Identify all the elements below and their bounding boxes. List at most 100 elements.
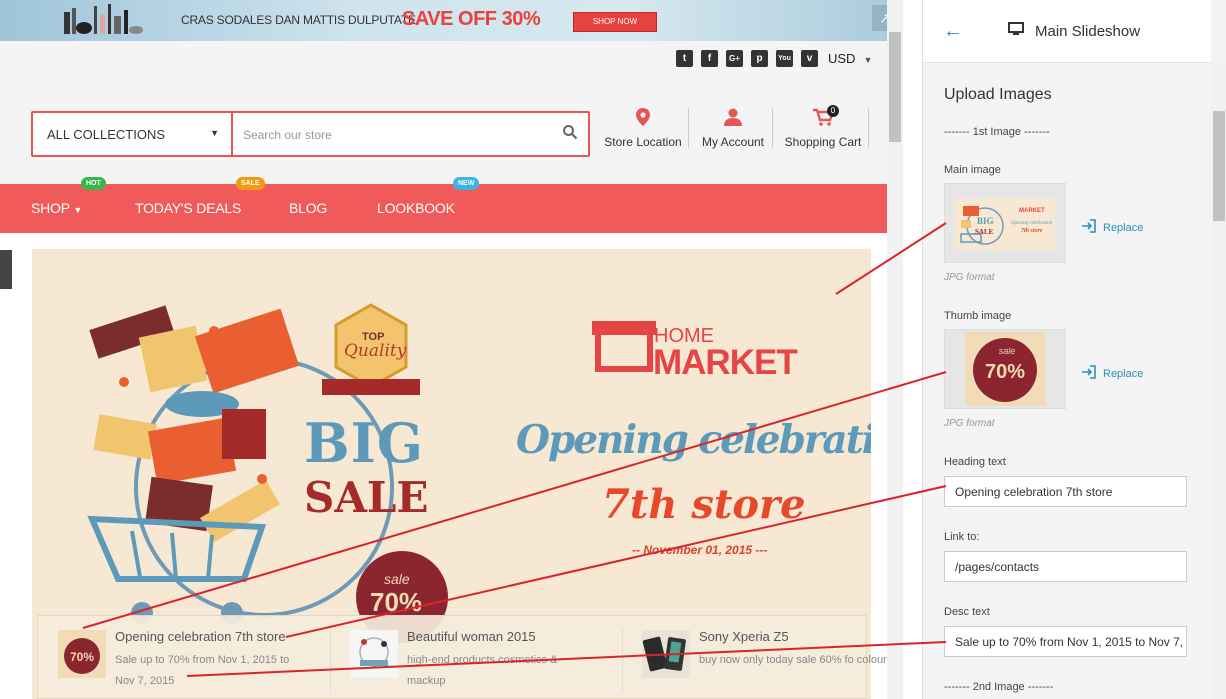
svg-text:SALE: SALE	[975, 228, 994, 236]
link-to-label: Link to:	[944, 531, 980, 543]
replace-icon	[1082, 365, 1096, 379]
svg-text:BIG: BIG	[977, 216, 994, 226]
scrollbar-thumb[interactable]	[889, 32, 901, 142]
divider	[772, 108, 773, 148]
svg-text:7th store: 7th store	[1021, 228, 1043, 234]
thumb-image: 70%	[58, 630, 106, 678]
chevron-down-icon: ▼	[210, 128, 219, 138]
thumb-image	[350, 630, 398, 678]
heading-text-label: Heading text	[944, 456, 1006, 468]
thumb-title: Opening celebration 7th store	[115, 629, 286, 644]
thumb-desc: Sale up to 70% from Nov 1, 2015 to Nov 7…	[115, 654, 290, 687]
thumb-image	[642, 630, 690, 678]
currency-select[interactable]: USD ▼	[828, 51, 872, 66]
banner-heading-line1: Opening celebration	[516, 417, 871, 463]
collections-dropdown[interactable]: ALL COLLECTIONS ▼	[33, 113, 233, 155]
upload-images-heading: Upload Images	[944, 86, 1052, 103]
thumb-item[interactable]: 70% Opening celebration 7th store Sale u…	[38, 616, 330, 699]
divider	[868, 108, 869, 148]
nav-item-lookbook[interactable]: LOOKBOOK	[377, 200, 455, 216]
thumb-image-preview[interactable]: sale 70%	[944, 329, 1066, 409]
nav-item-shop[interactable]: SHOP ▼	[31, 200, 82, 216]
thumb-title: Sony Xperia Z5	[699, 629, 789, 644]
monitor-icon	[1008, 22, 1024, 35]
preview-scrollbar[interactable]	[887, 0, 903, 699]
main-image-preview[interactable]: BIG SALE MARKET Opening celebration 7th …	[944, 183, 1066, 263]
thumb-item[interactable]: Beautiful woman 2015 high-end products c…	[330, 616, 622, 699]
search-icon[interactable]	[562, 124, 578, 140]
hot-badge: HOT	[81, 177, 106, 190]
main-image-format: JPG format	[944, 272, 995, 283]
link-to-input[interactable]: /pages/contacts	[944, 551, 1187, 582]
thumb-desc: buy now only today sale 60% fo colour	[699, 654, 887, 666]
svg-text:70%: 70%	[70, 650, 94, 664]
desc-text-input[interactable]: Sale up to 70% from Nov 1, 2015 to Nov 7…	[944, 626, 1187, 657]
nav-item-todays-deals[interactable]: TODAY'S DEALS	[135, 200, 241, 216]
back-arrow-icon[interactable]: ←	[943, 20, 963, 43]
my-account-label: My Account	[701, 135, 765, 149]
badge-quality-text: Quality	[344, 341, 407, 361]
sale-badge: SALE	[236, 177, 265, 190]
heading-text-input[interactable]: Opening celebration 7th store	[944, 476, 1187, 507]
scrollbar-thumb[interactable]	[1213, 111, 1225, 221]
thumb-desc: high-end products cosmetics & mackup	[407, 654, 558, 687]
promo-save-text: SAVE OFF 30%	[402, 8, 541, 30]
currency-value: USD	[828, 51, 856, 66]
svg-text:Opening celebration: Opening celebration	[1011, 221, 1053, 226]
svg-text:70%: 70%	[985, 361, 1025, 383]
panel-scrollbar[interactable]	[1211, 63, 1226, 699]
panel-title: Main Slideshow	[1035, 23, 1141, 40]
nav-item-label: SHOP	[31, 200, 70, 216]
chevron-down-icon: ▼	[863, 55, 873, 65]
second-image-divider: ------- 2nd Image -------	[944, 681, 1054, 693]
store-location-link[interactable]: Store Location	[600, 108, 686, 153]
cart-icon: 0	[812, 105, 839, 126]
first-image-divider: ------- 1st Image -------	[944, 126, 1050, 138]
screen: CRAS SODALES DAN MATTIS DULPUTATE SAVE O…	[0, 0, 1226, 699]
google-plus-icon[interactable]: G+	[726, 50, 743, 67]
shopping-cart-link[interactable]: 0 Shopping Cart	[780, 105, 866, 153]
search-input[interactable]: Search our store	[243, 128, 332, 142]
thumb-image-thumbnail: sale 70%	[965, 332, 1045, 406]
shop-now-button[interactable]: SHOP NOW	[573, 12, 657, 32]
replace-main-image-button[interactable]: Replace	[1081, 218, 1143, 234]
promo-text: CRAS SODALES DAN MATTIS DULPUTATE	[181, 13, 416, 27]
thumb-image-label: Thumb image	[944, 310, 1012, 322]
panel-header: ← Main Slideshow	[923, 0, 1211, 63]
divider	[688, 108, 689, 148]
collections-label: ALL COLLECTIONS	[47, 127, 166, 142]
thumb-item[interactable]: Sony Xperia Z5 buy now only today sale 6…	[622, 616, 887, 699]
twitter-icon[interactable]: t	[676, 50, 693, 67]
side-tab[interactable]	[0, 250, 12, 289]
chevron-down-icon: ▼	[73, 205, 83, 215]
sticker-sale-text: sale	[384, 571, 410, 587]
store-location-label: Store Location	[604, 135, 682, 149]
youtube-icon[interactable]: You	[776, 50, 793, 67]
replace-thumb-image-button[interactable]: Replace	[1081, 364, 1143, 380]
main-image-label: Main image	[944, 164, 1001, 176]
new-badge: NEW	[453, 177, 480, 190]
banner-heading-line2: 7th store	[602, 481, 806, 528]
svg-text:MARKET: MARKET	[1019, 208, 1045, 214]
map-pin-icon	[636, 108, 650, 126]
replace-label: Replace	[1103, 222, 1144, 234]
svg-text:sale: sale	[999, 346, 1016, 356]
user-icon	[724, 108, 742, 126]
desc-text-label: Desc text	[944, 606, 990, 618]
shopping-cart-label: Shopping Cart	[784, 135, 862, 149]
facebook-icon[interactable]: f	[701, 50, 718, 67]
my-account-link[interactable]: My Account	[696, 108, 770, 153]
promo-banner[interactable]: CRAS SODALES DAN MATTIS DULPUTATE SAVE O…	[0, 0, 903, 41]
cart-count-badge: 0	[827, 105, 839, 117]
vimeo-icon[interactable]: v	[801, 50, 818, 67]
banner-date: -- November 01, 2015 ---	[632, 543, 768, 557]
banner-sale-text: SALE	[304, 473, 429, 522]
settings-panel: ← Main Slideshow Upload Images ------- 1…	[922, 0, 1226, 699]
brand-market-text: MARKET	[653, 343, 798, 382]
replace-icon	[1082, 219, 1096, 233]
slide-thumbnails: 70% Opening celebration 7th store Sale u…	[37, 615, 887, 699]
thumb-title: Beautiful woman 2015	[407, 629, 536, 644]
banner-big-text: BIG	[304, 411, 425, 475]
nav-item-blog[interactable]: BLOG	[289, 200, 327, 216]
pinterest-icon[interactable]: p	[751, 50, 768, 67]
